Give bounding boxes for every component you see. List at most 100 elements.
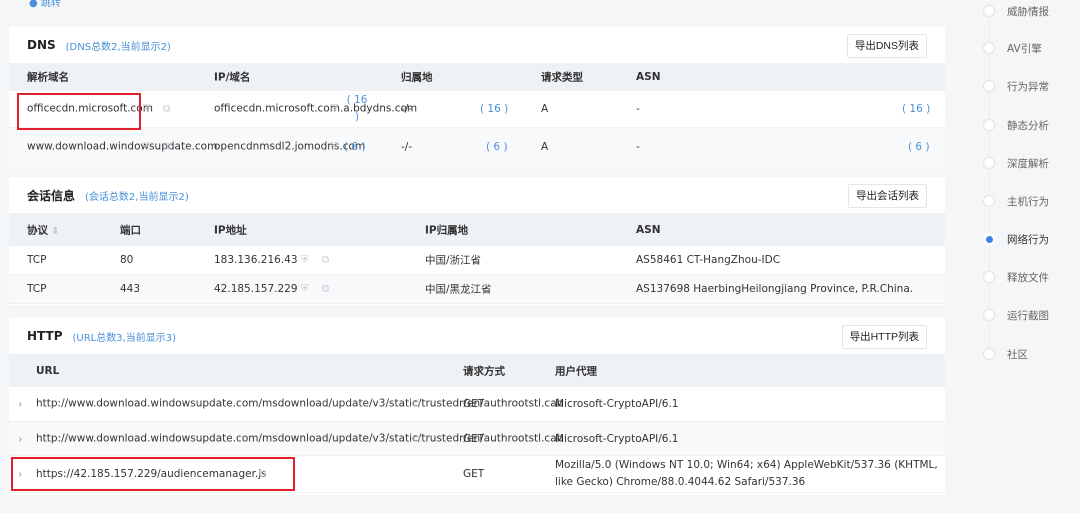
nav-dot [983,42,995,54]
side-item-av-engine[interactable]: AV引擎 [983,38,1042,58]
side-item-host-behavior[interactable]: 主机行为 [983,191,1049,211]
table-row[interactable]: › http://www.download.windowsupdate.com/… [9,387,945,422]
session-table-header: 协议 ⇕ 端口 IP地址 IP归属地 ASN [9,213,945,246]
session-proto: TCP [27,283,47,295]
nav-dot [983,119,995,131]
session-loc: 中国/黑龙江省 [425,283,492,296]
http-card: HTTP (URL总数3,当前显示3) 导出HTTP列表 URL 请求方式 用户… [9,318,945,495]
side-item-static-analysis[interactable]: 静态分析 [983,115,1049,135]
col-location: 归属地 [401,71,433,84]
side-item-behavior-anomaly[interactable]: 行为异常 [983,76,1049,96]
dns-ip: officecdn.microsoft.com.a.bdydns.com [214,102,418,115]
nav-dot [983,309,995,321]
session-title: 会话信息 [27,188,76,203]
highlight-box [17,93,141,130]
copy-icon[interactable]: ⧉ [413,399,420,410]
shield-icon[interactable]: ⛨ [330,141,338,152]
session-ip: 42.185.157.229 [214,283,298,295]
session-port: 80 [120,254,134,266]
export-session-button[interactable]: 导出会话列表 [848,184,927,208]
col-domain: 解析域名 [27,71,69,84]
dns-card: DNS (DNS总数2,当前显示2) 导出DNS列表 解析域名 IP/域名 归属… [9,27,945,167]
copy-icon[interactable]: ⧉ [322,255,329,266]
table-row: www.download.windowsupdate.com ⛨ ⧉ openc… [9,128,945,166]
sort-icon[interactable]: ⇕ [52,226,60,236]
dns-title: DNS [27,38,56,52]
col-ip-address: IP地址 [214,224,247,236]
col-ip-location: IP归属地 [425,224,469,236]
table-row[interactable]: › http://www.download.windowsupdate.com/… [9,422,945,456]
side-item-label: 行为异常 [1007,80,1049,93]
table-row: TCP 443 42.185.157.229 ⛨ ⧉ 中国/黑龙江省 AS137… [9,275,945,304]
export-http-button[interactable]: 导出HTTP列表 [841,325,927,349]
copy-icon[interactable]: ⧉ [163,141,170,152]
http-subtitle: (URL总数3,当前显示3) [72,332,177,344]
dns-ip: opencdnmsdl2.jomodns.com [214,140,366,152]
copy-icon[interactable]: ⧉ [322,284,329,295]
session-port: 443 [120,283,141,295]
dns-header: DNS (DNS总数2,当前显示2) 导出DNS列表 [9,27,945,63]
side-item-community[interactable]: 社区 [983,344,1028,364]
top-link[interactable]: ● 跳转 [29,0,61,9]
shield-icon[interactable]: ⛨ [143,141,151,152]
copy-icon[interactable]: ⧉ [163,104,170,115]
side-item-label: AV引擎 [1007,42,1042,55]
dns-ip-count[interactable]: ( 16 ) [344,92,370,126]
dns-ip-count[interactable]: ( 6 ) [344,141,366,153]
dns-asn: - [636,140,640,153]
table-row: officecdn.microsoft.com ⛨ ⧉ officecdn.mi… [9,91,945,128]
session-asn: AS58461 CT-HangZhou-IDC [636,254,781,266]
side-item-network-behavior[interactable]: 网络行为 [983,229,1049,249]
col-asn: ASN [636,223,661,236]
shield-icon[interactable]: ⛨ [143,104,151,115]
http-ua: Microsoft-CryptoAPI/6.1 [555,398,679,410]
col-url: URL [36,364,60,377]
export-dns-button[interactable]: 导出DNS列表 [846,34,927,58]
side-item-label: 社区 [1007,348,1028,361]
copy-icon[interactable]: ⧉ [413,433,420,444]
nav-dot [983,271,995,283]
http-method: GET [463,432,485,445]
shield-icon[interactable]: ⛨ [330,104,338,115]
http-url: http://www.download.windowsupdate.com/ms… [36,397,564,410]
side-item-label: 主机行为 [1007,195,1049,208]
dns-type: A [541,140,549,153]
side-item-dropped-files[interactable]: 释放文件 [983,267,1049,287]
col-protocol-label: 协议 [27,224,48,236]
col-protocol[interactable]: 协议 ⇕ [27,222,59,237]
http-table-header: URL 请求方式 用户代理 [9,354,945,387]
side-item-label: 运行截图 [1007,309,1049,322]
http-method: GET [463,468,485,480]
shield-icon[interactable]: ⛨ [301,284,309,295]
nav-dot [983,195,995,207]
col-user-agent: 用户代理 [555,365,597,377]
nav-dot [983,5,995,17]
session-asn: AS137698 HaerbingHeilongjiang Province, … [636,283,914,295]
side-item-label: 威胁情报 [1007,5,1049,18]
nav-dot [983,348,995,360]
session-ip: 183.136.216.43 [214,254,298,266]
active-nav-dot [983,233,995,245]
session-loc: 中国/浙江省 [425,254,482,267]
shield-icon[interactable]: ⛨ [301,255,309,266]
dns-asn-count[interactable]: ( 6 ) [908,141,930,153]
side-item-deep-analysis[interactable]: 深度解析 [983,153,1049,173]
col-port: 端口 [120,224,141,236]
dns-loc-count[interactable]: ( 6 ) [486,141,508,153]
col-method: 请求方式 [463,365,505,377]
expand-chevron-icon[interactable]: › [18,432,22,445]
http-url: http://www.download.windowsupdate.com/ms… [36,432,564,444]
side-item-threat-intel[interactable]: 威胁情报 [983,1,1049,21]
dns-loc-count[interactable]: ( 16 ) [480,103,508,115]
side-item-screenshots[interactable]: 运行截图 [983,305,1049,325]
session-card: 会话信息 (会话总数2,当前显示2) 导出会话列表 协议 ⇕ 端口 IP地址 I… [9,177,945,305]
col-type: 请求类型 [541,71,583,84]
nav-dot [983,80,995,92]
http-ua: Mozilla/5.0 (Windows NT 10.0; Win64; x64… [555,459,938,488]
dns-subtitle: (DNS总数2,当前显示2) [65,41,171,53]
expand-chevron-icon[interactable]: › [18,398,22,411]
session-subtitle: (会话总数2,当前显示2) [85,191,189,203]
highlight-box [11,457,295,491]
col-asn: ASN [636,71,661,83]
dns-asn-count[interactable]: ( 16 ) [902,103,930,115]
